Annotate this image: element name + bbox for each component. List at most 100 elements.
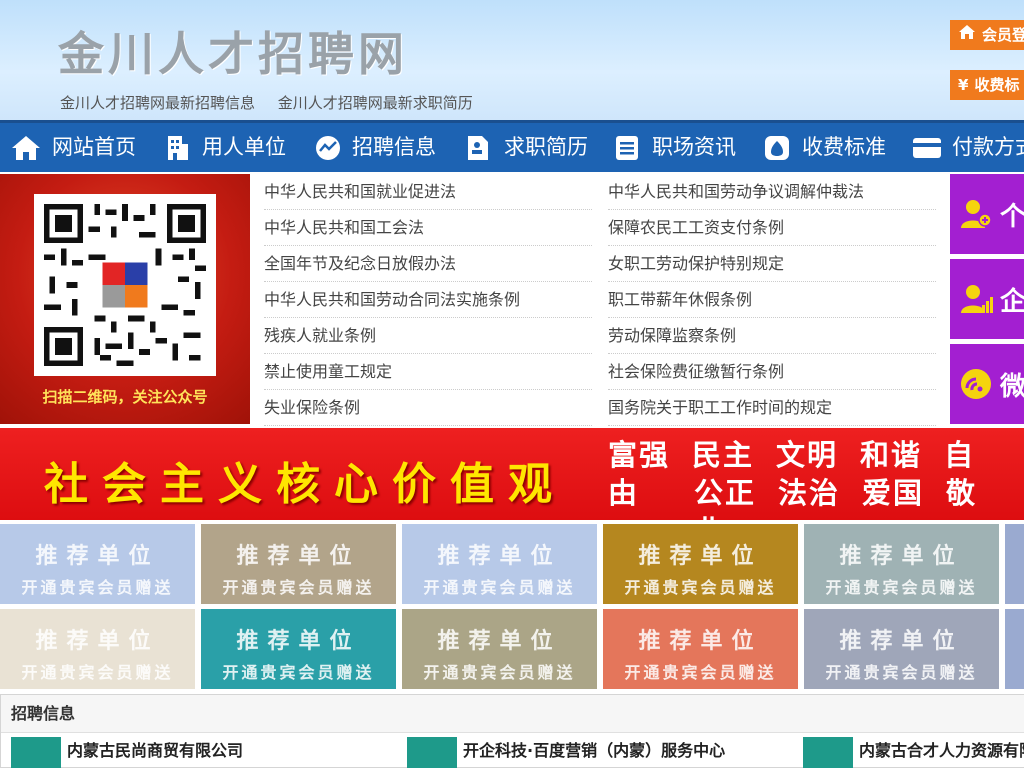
list-item[interactable]: 劳动保障监察条例 [608,318,936,354]
promo-tile[interactable]: 推荐单位开通贵宾会员赠送 [402,609,597,689]
main-nav: 网站首页 用人单位 招聘信息 求职简历 职场资讯 收费标准 付款方式 [0,120,1024,172]
company-name: 内蒙古合才人力资源有限 [859,741,1024,760]
list-item[interactable]: 禁止使用童工规定 [264,354,592,390]
yen-icon: ¥ [958,76,969,94]
nav-employers[interactable]: 用人单位 [164,123,286,172]
credit-card-icon [913,138,941,158]
list-item[interactable]: 失业保险条例 [264,390,592,426]
nav-home[interactable]: 网站首页 [10,123,136,172]
promo-subtitle: 开通贵宾会员赠送 [222,663,375,682]
list-item[interactable]: 中华人民共和国劳动合同法实施条例 [264,282,592,318]
promo-title: 推荐单位 [236,629,361,654]
nav-label: 付款方式 [952,135,1024,159]
home-icon [958,20,976,50]
qr-panel: 扫描二维码，关注公众号 [0,174,250,424]
money-bag-icon [765,136,789,160]
jobs-section: 招聘信息 内蒙古民尚商贸有限公司 开企科技·百度营销（内蒙）服务中心 内蒙古合才… [0,694,1024,768]
promo-tile[interactable]: 推荐单位开通贵宾会员赠送 [0,609,195,689]
list-item[interactable]: 中华人民共和国劳动争议调解仲裁法 [608,174,936,210]
promo-title: 推荐单位 [437,629,562,654]
promo-subtitle: 开通贵宾会员赠送 [423,663,576,682]
promo-subtitle: 开通贵宾会员赠送 [825,663,978,682]
nav-fees[interactable]: 收费标准 [764,123,886,172]
nav-label: 网站首页 [52,135,136,159]
home-icon [12,136,40,160]
promo-title: 推荐单位 [638,544,763,569]
value-word: 民主 [692,438,755,472]
promo-title: 推荐单位 [839,629,964,654]
promo-subtitle: 开通贵宾会员赠送 [222,578,375,597]
job-item[interactable]: 内蒙古合才人力资源有限 [803,737,1024,768]
member-login-label: 会员登 [982,26,1024,44]
resume-icon [468,136,488,160]
promo-title: 推荐单位 [236,544,361,569]
promo-tile[interactable]: 推荐单位 开通贵宾会员赠送 [0,524,195,604]
promo-subtitle: 开通贵宾会员赠送 [825,578,978,597]
job-item[interactable]: 开企科技·百度营销（内蒙）服务中心 [407,737,725,768]
banner-title: 社会主义核心价值观 [44,459,566,510]
list-item[interactable]: 保障农民工工资支付条例 [608,210,936,246]
list-item[interactable]: 女职工劳动保护特别规定 [608,246,936,282]
latest-resumes-link[interactable]: 金川人才招聘网最新求职简历 [278,94,473,112]
nav-payment[interactable]: 付款方式 [912,123,1024,172]
list-item[interactable]: 职工带薪年休假条例 [608,282,936,318]
add-user-icon [960,198,994,237]
nav-news[interactable]: 职场资讯 [614,123,736,172]
promo-tile[interactable]: 推荐单位开通贵宾会员赠送 [804,609,999,689]
core-values-banner: 社会主义核心价值观 富强民主文明和谐自由 公正法治爱国敬业 [0,428,1024,520]
promo-subtitle: 开通贵宾会员赠送 [624,578,777,597]
value-word: 爱国 [862,476,925,510]
banner-row: 富强 民主 文明 和谐 自由 [608,436,1024,510]
promo-title: 推荐单位 [437,544,562,569]
value-word: 富强 [608,438,671,472]
promo-tile[interactable]: 推荐单位开通贵宾会员赠送 [201,524,396,604]
fee-label: 收费标 [974,76,1020,94]
promo-tile[interactable]: 推荐单位开通贵宾会员赠送 [201,609,396,689]
nav-resumes[interactable]: 求职简历 [466,123,588,172]
latest-jobs-link[interactable]: 金川人才招聘网最新招聘信息 [60,94,255,112]
list-item[interactable]: 中华人民共和国工会法 [264,210,592,246]
banner-row: 公正法治爱国敬业 [608,474,1024,520]
member-login-button[interactable]: 会员登 [950,20,1024,50]
enterprise-button[interactable]: 企 [950,259,1024,339]
promo-tile[interactable] [1005,524,1024,604]
list-item[interactable]: 残疾人就业条例 [264,318,592,354]
promo-tile[interactable]: 推荐单位 开通贵宾会员赠送 [603,609,798,689]
header: 金川人才招聘网 金川人才招聘网最新招聘信息 金川人才招聘网最新求职简历 会员登 … [0,0,1024,120]
side-label: 微 [1000,372,1024,402]
list-item[interactable]: 社会保险费征缴暂行条例 [608,354,936,390]
job-item[interactable]: 内蒙古民尚商贸有限公司 [11,737,243,768]
list-item[interactable]: 全国年节及纪念日放假办法 [264,246,592,282]
qr-caption: 扫描二维码，关注公众号 [42,388,208,406]
personal-button[interactable]: 个 [950,174,1024,254]
site-title[interactable]: 金川人才招聘网 [58,18,408,84]
nav-label: 求职简历 [504,135,588,159]
qr-code [34,194,216,376]
promo-subtitle: 开通贵宾会员赠送 [624,663,777,682]
company-logo [407,737,457,768]
nav-jobs[interactable]: 招聘信息 [314,123,436,172]
side-label: 企 [1000,287,1024,317]
chart-icon [316,136,340,160]
promo-title: 推荐单位 [35,544,160,569]
nav-label: 职场资讯 [652,135,736,159]
promo-title: 推荐单位 [35,629,160,654]
wechat-button[interactable]: 微 [950,344,1024,424]
value-word: 和谐 [860,438,923,472]
banner-values: 富强民主文明和谐自由 公正法治爱国敬业 [608,436,1024,520]
list-item[interactable]: 中华人民共和国就业促进法 [264,174,592,210]
list-item[interactable]: 国务院关于职工工作时间的规定 [608,390,936,426]
promo-tile[interactable]: 推荐单位 开通贵宾会员赠送 [402,524,597,604]
value-word: 公正 [694,476,757,510]
promo-tile[interactable]: 推荐单位开通贵宾会员赠送 [603,524,798,604]
promo-tile[interactable]: 推荐单位 开通贵宾会员赠送 [804,524,999,604]
promo-tile[interactable] [1005,609,1024,689]
fee-button[interactable]: ¥ 收费标 [950,70,1024,100]
document-icon [616,136,638,160]
wechat-icon [960,368,994,407]
value-word: 法治 [778,476,841,510]
promo-subtitle: 开通贵宾会员赠送 [21,663,174,682]
company-logo [11,737,61,768]
user-chart-icon [960,283,994,322]
nav-label: 用人单位 [202,135,286,159]
